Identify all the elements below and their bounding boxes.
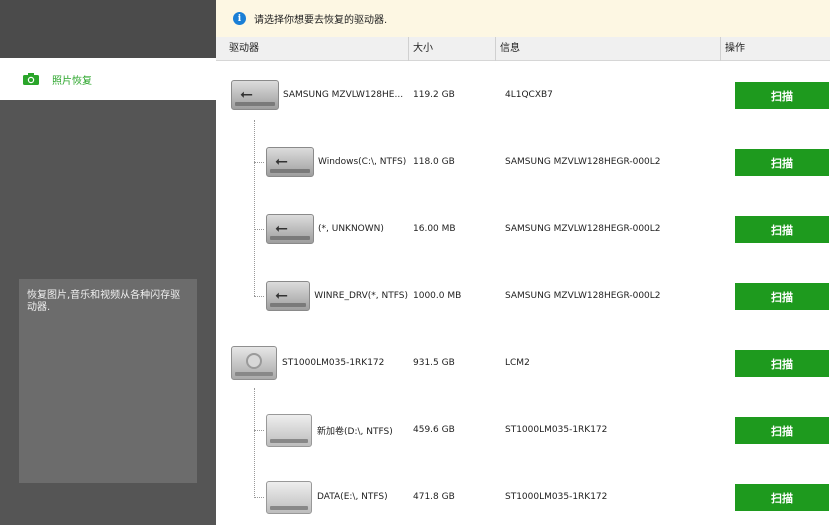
table-row[interactable]: ⭠ SAMSUNG MZVLW128HE... 119.2 GB 4L1QCXB7 扫描: [216, 62, 830, 128]
table-row[interactable]: 新加卷(D:\, NTFS) 459.6 GB ST1000LM035-1RK172…: [216, 397, 830, 463]
drive-name-cell: DATA(E:\, NTFS): [216, 464, 408, 525]
drive-name: SAMSUNG MZVLW128HE...: [283, 90, 404, 100]
drive-name-cell: 新加卷(D:\, NTFS): [216, 397, 408, 463]
drive-name-cell: ⭠ (*, UNKNOWN): [216, 196, 408, 262]
usb-symbol-icon: ⭠: [240, 84, 253, 103]
scan-button[interactable]: 扫描: [735, 484, 829, 511]
column-header-info[interactable]: 信息: [495, 37, 720, 61]
drive-info: 4L1QCXB7: [505, 90, 553, 100]
camera-icon: [22, 72, 40, 86]
drive-name: 新加卷(D:\, NTFS): [317, 426, 393, 437]
table-row[interactable]: DATA(E:\, NTFS) 471.8 GB ST1000LM035-1RK17…: [216, 464, 830, 525]
drive-info: ST1000LM035-1RK172: [505, 425, 608, 435]
table-row[interactable]: ⭠ Windows(C:\, NTFS) 118.0 GB SAMSUNG MZVLW…: [216, 129, 830, 195]
table-row[interactable]: ⭠ WINRE_DRV(*, NTFS) 1000.0 MB SAMSUNG MZVL…: [216, 263, 830, 329]
drive-name-cell: ⭠ SAMSUNG MZVLW128HE...: [216, 62, 408, 128]
drive-size: 1000.0 MB: [413, 291, 462, 301]
usb-symbol-icon: ⭠: [275, 218, 288, 237]
drive-size: 471.8 GB: [413, 492, 455, 502]
usb-drive-icon: ⭠: [231, 80, 279, 110]
column-header-drive[interactable]: 驱动器: [216, 37, 408, 61]
usb-symbol-icon: ⭠: [275, 151, 288, 170]
usb-drive-icon: ⭠: [266, 147, 314, 177]
disk-platter-icon: [246, 353, 262, 369]
drive-size: 931.5 GB: [413, 358, 455, 368]
drive-info: LCM2: [505, 358, 530, 368]
table-row[interactable]: ⭠ (*, UNKNOWN) 16.00 MB SAMSUNG MZVLW128HEG…: [216, 196, 830, 262]
drive-name: (*, UNKNOWN): [318, 224, 384, 234]
drive-size: 459.6 GB: [413, 425, 455, 435]
drive-name-cell: ⭠ Windows(C:\, NTFS): [216, 129, 408, 195]
tree-line: [254, 162, 264, 163]
hard-disk-icon: [231, 346, 277, 380]
drive-size: 118.0 GB: [413, 157, 455, 167]
usb-drive-icon: ⭠: [266, 214, 314, 244]
volume-icon: [266, 413, 312, 447]
tree-line: [254, 430, 264, 431]
tree-line: [254, 229, 264, 230]
sidebar-header: [0, 0, 216, 58]
column-header-size[interactable]: 大小: [408, 37, 495, 61]
drive-list: ⭠ SAMSUNG MZVLW128HE... 119.2 GB 4L1QCXB7 扫描…: [216, 62, 830, 525]
sidebar-description: 恢复图片,音乐和视频从各种闪存驱动器.: [19, 279, 197, 483]
drive-name: Windows(C:\, NTFS): [318, 157, 407, 167]
column-header-action[interactable]: 操作: [720, 37, 830, 61]
drive-size: 16.00 MB: [413, 224, 456, 234]
info-icon: i: [233, 12, 246, 25]
sidebar-item-photo-recovery[interactable]: 照片恢复: [0, 58, 216, 100]
drive-name: DATA(E:\, NTFS): [317, 492, 388, 502]
main-panel: i 请选择你想要去恢复的驱动器. 驱动器 大小 信息 操作 ⭠ SAMSUNG M…: [216, 0, 830, 525]
notice-text: 请选择你想要去恢复的驱动器.: [254, 15, 388, 26]
scan-button[interactable]: 扫描: [735, 82, 829, 109]
scan-button[interactable]: 扫描: [735, 350, 829, 377]
drive-info: SAMSUNG MZVLW128HEGR-000L2: [505, 157, 661, 167]
drive-info: SAMSUNG MZVLW128HEGR-000L2: [505, 291, 661, 301]
usb-drive-icon: ⭠: [266, 281, 311, 311]
drive-name-cell: ⭠ WINRE_DRV(*, NTFS): [216, 263, 408, 329]
scan-button[interactable]: 扫描: [735, 149, 829, 176]
usb-symbol-icon: ⭠: [275, 285, 288, 304]
drive-name-cell: ST1000LM035-1RK172: [216, 330, 408, 396]
table-row[interactable]: ST1000LM035-1RK172 931.5 GB LCM2 扫描: [216, 330, 830, 396]
sidebar-item-label: 照片恢复: [52, 75, 92, 87]
drive-name: WINRE_DRV(*, NTFS): [314, 291, 408, 301]
drive-info: ST1000LM035-1RK172: [505, 492, 608, 502]
scan-button[interactable]: 扫描: [735, 216, 829, 243]
scan-button[interactable]: 扫描: [735, 417, 829, 444]
notice-bar: i 请选择你想要去恢复的驱动器.: [216, 0, 830, 37]
volume-icon: [266, 480, 312, 514]
drive-name: ST1000LM035-1RK172: [282, 358, 385, 368]
table-header: 驱动器 大小 信息 操作: [216, 37, 830, 61]
drive-info: SAMSUNG MZVLW128HEGR-000L2: [505, 224, 661, 234]
sidebar: 照片恢复 恢复图片,音乐和视频从各种闪存驱动器.: [0, 0, 216, 525]
tree-line: [254, 497, 264, 498]
scan-button[interactable]: 扫描: [735, 283, 829, 310]
tree-line: [254, 296, 264, 297]
drive-size: 119.2 GB: [413, 90, 455, 100]
